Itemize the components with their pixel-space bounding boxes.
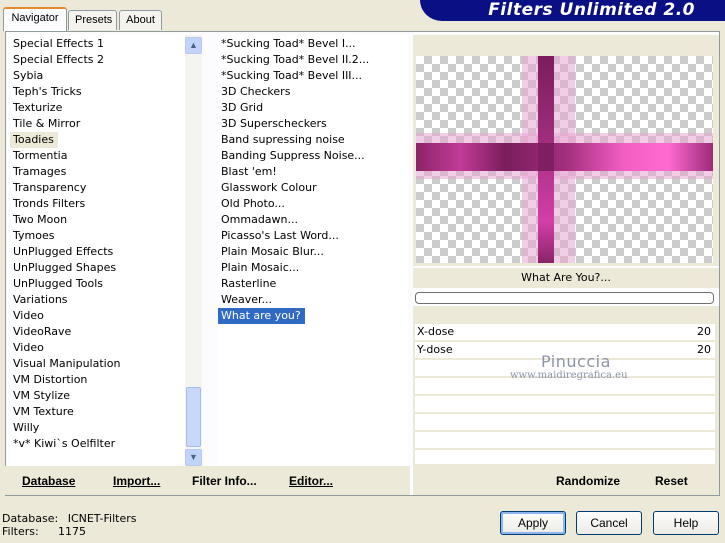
database-button[interactable]: Database bbox=[22, 474, 75, 488]
category-item[interactable]: Video bbox=[10, 308, 185, 324]
status-filters: Filters: 1175 bbox=[2, 525, 86, 538]
watermark-site: www.maidiregrafica.eu bbox=[510, 370, 628, 381]
category-item[interactable]: Video bbox=[10, 340, 185, 356]
title-banner: Filters Unlimited 2.0 bbox=[420, 0, 725, 21]
filter-item[interactable]: *Sucking Toad* Bevel II.2... bbox=[218, 52, 408, 68]
filter-item[interactable]: 3D Checkers bbox=[218, 84, 408, 100]
category-item[interactable]: Tronds Filters bbox=[10, 196, 185, 212]
filter-item[interactable]: Band supressing noise bbox=[218, 132, 408, 148]
filter-item[interactable]: 3D Grid bbox=[218, 100, 408, 116]
filter-item[interactable]: Plain Mosaic Blur... bbox=[218, 244, 408, 260]
editor-label: Editor... bbox=[289, 474, 334, 488]
randomize-button[interactable]: Randomize bbox=[556, 474, 620, 488]
category-item[interactable]: Sybia bbox=[10, 68, 185, 84]
category-item[interactable]: Special Effects 2 bbox=[10, 52, 185, 68]
category-item[interactable]: UnPlugged Effects bbox=[10, 244, 185, 260]
category-item[interactable]: Teph's Tricks bbox=[10, 84, 185, 100]
category-item[interactable]: Transparency bbox=[10, 180, 185, 196]
status-filters-value: 1175 bbox=[58, 525, 86, 538]
filter-item[interactable]: Plain Mosaic... bbox=[218, 260, 408, 276]
filter-title: What Are You?... bbox=[413, 268, 719, 288]
scroll-down-button[interactable]: ▼ bbox=[185, 449, 202, 466]
filter-item[interactable]: Picasso's Last Word... bbox=[218, 228, 408, 244]
right-button-bar: Randomize Reset bbox=[413, 466, 719, 495]
category-item[interactable]: Texturize bbox=[10, 100, 185, 116]
param-row-x-dose[interactable]: X-dose 20 bbox=[415, 324, 715, 340]
preview-image bbox=[416, 56, 713, 263]
preview-cross-graphic bbox=[416, 56, 713, 263]
category-item[interactable]: Tile & Mirror bbox=[10, 116, 185, 132]
category-item[interactable]: Special Effects 1 bbox=[10, 36, 185, 52]
editor-button[interactable]: Editor... bbox=[289, 474, 333, 488]
param-row-empty bbox=[415, 396, 715, 412]
status-database: Database: ICNET-Filters bbox=[2, 512, 136, 525]
category-list[interactable]: Special Effects 1 Special Effects 2 Sybia T… bbox=[10, 35, 185, 465]
watermark-name: Pinuccia bbox=[541, 352, 611, 371]
tab-about[interactable]: About bbox=[119, 10, 162, 30]
apply-button[interactable]: Apply bbox=[500, 511, 566, 535]
import-button[interactable]: Import... bbox=[113, 474, 160, 488]
category-scrollbar[interactable]: ▲ ▼ bbox=[185, 35, 202, 466]
status-database-label: Database: bbox=[2, 512, 59, 525]
category-item[interactable]: Two Moon bbox=[10, 212, 185, 228]
status-filters-label: Filters: bbox=[2, 525, 39, 538]
param-label: X-dose bbox=[417, 325, 455, 338]
filter-info-button[interactable]: Filter Info... bbox=[192, 474, 257, 488]
filter-item[interactable]: Ommadawn... bbox=[218, 212, 408, 228]
reset-button[interactable]: Reset bbox=[655, 474, 688, 488]
banner-title: Filters Unlimited 2.0 bbox=[488, 0, 695, 20]
filter-list[interactable]: *Sucking Toad* Bevel I... *Sucking Toad* … bbox=[218, 35, 408, 465]
category-item[interactable]: VM Texture bbox=[10, 404, 185, 420]
filter-item[interactable]: 3D Superscheckers bbox=[218, 116, 408, 132]
preview-area bbox=[413, 35, 719, 266]
param-value: 20 bbox=[697, 325, 711, 338]
category-item[interactable]: VM Stylize bbox=[10, 388, 185, 404]
category-item[interactable]: *v* Kiwi`s Oelfilter bbox=[10, 436, 185, 452]
category-item[interactable]: Toadies bbox=[10, 132, 58, 148]
category-item[interactable]: Willy bbox=[10, 420, 185, 436]
category-item[interactable]: UnPlugged Tools bbox=[10, 276, 185, 292]
category-item[interactable]: Tymoes bbox=[10, 228, 185, 244]
tab-navigator[interactable]: Navigator bbox=[3, 7, 67, 31]
param-label: Y-dose bbox=[417, 343, 453, 356]
category-item[interactable]: UnPlugged Shapes bbox=[10, 260, 185, 276]
cancel-button[interactable]: Cancel bbox=[576, 511, 642, 535]
category-item[interactable]: Tramages bbox=[10, 164, 185, 180]
database-label: Database bbox=[22, 474, 76, 488]
scroll-thumb[interactable] bbox=[186, 387, 201, 447]
param-row-empty bbox=[415, 432, 715, 448]
category-item[interactable]: Visual Manipulation bbox=[10, 356, 185, 372]
left-button-bar: Database Import... Filter Info... Editor… bbox=[5, 466, 410, 495]
parameter-panel: X-dose 20 Y-dose 20 Pinuccia www.maidire… bbox=[413, 306, 719, 466]
category-item[interactable]: VM Distortion bbox=[10, 372, 185, 388]
scroll-up-button[interactable]: ▲ bbox=[185, 37, 202, 54]
filter-item[interactable]: Old Photo... bbox=[218, 196, 408, 212]
filter-item[interactable]: *Sucking Toad* Bevel I... bbox=[218, 36, 408, 52]
param-row-empty bbox=[415, 414, 715, 430]
progress-bar bbox=[415, 292, 714, 304]
status-database-value: ICNET-Filters bbox=[67, 512, 137, 525]
filter-item[interactable]: Weaver... bbox=[218, 292, 408, 308]
category-item[interactable]: Variations bbox=[10, 292, 185, 308]
tab-presets[interactable]: Presets bbox=[68, 10, 117, 30]
param-value: 20 bbox=[697, 343, 711, 356]
help-button[interactable]: Help bbox=[653, 511, 719, 535]
filter-item[interactable]: Glasswork Colour bbox=[218, 180, 408, 196]
category-item[interactable]: Tormentia bbox=[10, 148, 185, 164]
filter-item[interactable]: Rasterline bbox=[218, 276, 408, 292]
filter-item[interactable]: *Sucking Toad* Bevel III... bbox=[218, 68, 408, 84]
filter-item[interactable]: Blast 'em! bbox=[218, 164, 408, 180]
param-row-empty bbox=[415, 450, 715, 464]
filter-item[interactable]: Banding Suppress Noise... bbox=[218, 148, 408, 164]
category-item[interactable]: VideoRave bbox=[10, 324, 185, 340]
filter-item[interactable]: What are you? bbox=[218, 308, 305, 324]
import-label: Import... bbox=[113, 474, 161, 488]
